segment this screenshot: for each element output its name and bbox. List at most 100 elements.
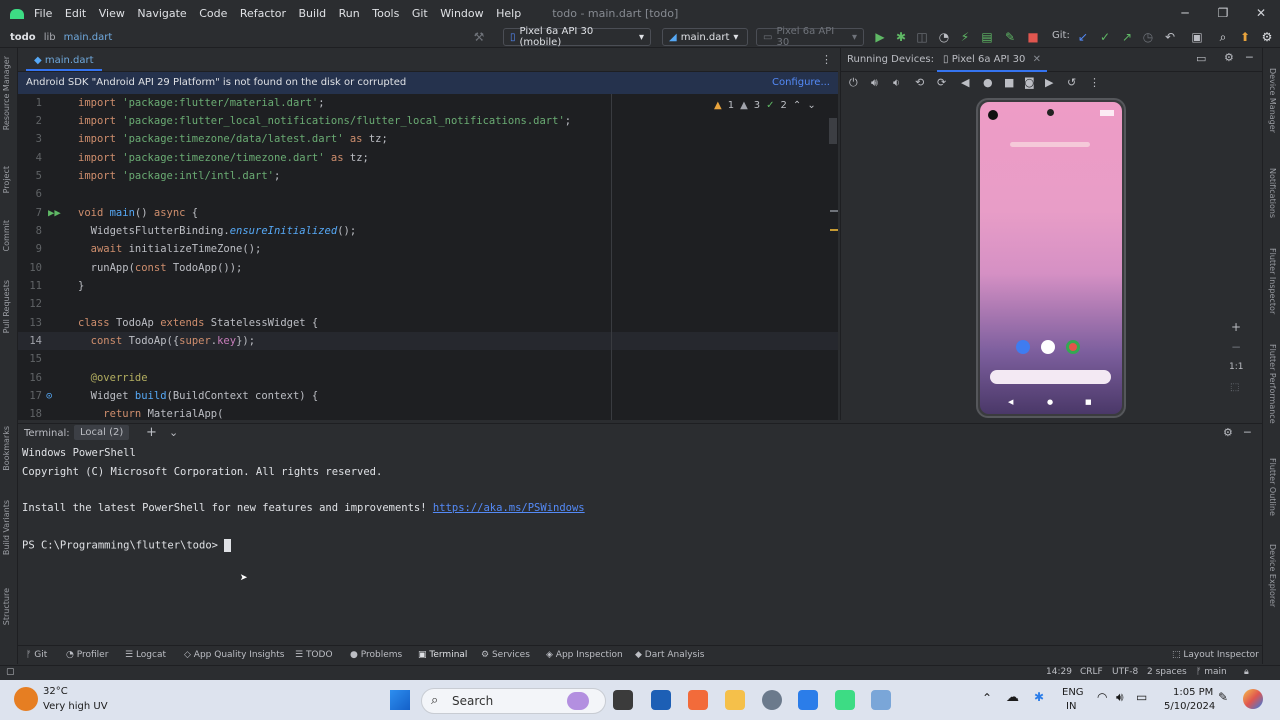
- store-app-icon[interactable]: [651, 690, 671, 710]
- terminal-output[interactable]: Windows PowerShell Copyright (C) Microso…: [18, 443, 1262, 645]
- hammer-icon[interactable]: ⚒: [472, 30, 486, 44]
- indent-setting[interactable]: 2 spaces: [1147, 667, 1187, 677]
- zoom-out-icon[interactable]: −: [1231, 340, 1241, 354]
- breadcrumb-project[interactable]: todo: [10, 32, 36, 43]
- clock-date[interactable]: 5/10/2024: [1164, 701, 1215, 712]
- show-hidden-icons-icon[interactable]: ⌃: [982, 691, 992, 705]
- chevron-down-icon[interactable]: ⌄: [169, 426, 178, 439]
- new-tab-icon[interactable]: +: [146, 425, 157, 440]
- run-gutter-icon[interactable]: ▶▶: [48, 204, 61, 222]
- attach-debugger-icon[interactable]: ✎: [1003, 30, 1017, 44]
- menu-tools[interactable]: Tools: [372, 7, 399, 20]
- powershell-link[interactable]: https://aka.ms/PSWindows: [433, 502, 585, 514]
- power-icon[interactable]: ⏻: [849, 76, 858, 90]
- tool-git[interactable]: ᚠ Git: [26, 650, 47, 660]
- tool-problems[interactable]: ● Problems: [350, 650, 402, 660]
- menu-window[interactable]: Window: [440, 7, 483, 20]
- breadcrumb-folder[interactable]: lib: [44, 32, 56, 43]
- lock-icon[interactable]: 🔒︎: [1244, 667, 1249, 677]
- tool-dart-analysis[interactable]: ◆ Dart Analysis: [635, 650, 704, 660]
- git-branch[interactable]: ᚠ main: [1196, 667, 1227, 677]
- device-explorer-tab[interactable]: Device Explorer: [1268, 544, 1277, 607]
- tool-logcat[interactable]: ☰ Logcat: [125, 650, 166, 660]
- status-panel-toggle-icon[interactable]: ▢: [6, 667, 15, 677]
- override-gutter-icon[interactable]: ⊙: [46, 387, 52, 405]
- git-update-icon[interactable]: ↙: [1076, 30, 1090, 44]
- date-widget[interactable]: [1010, 142, 1090, 147]
- commit-tab[interactable]: Commit: [2, 220, 11, 251]
- search-icon[interactable]: ⌕: [1216, 30, 1230, 44]
- bluetooth-icon[interactable]: ✱: [1034, 690, 1044, 704]
- build-variants-tab[interactable]: Build Variants: [2, 500, 11, 555]
- pull-requests-tab[interactable]: Pull Requests: [2, 280, 11, 333]
- flutter-outline-tab[interactable]: Flutter Outline: [1268, 458, 1277, 516]
- resource-manager-tab[interactable]: Resource Manager: [2, 56, 11, 130]
- tool-layout-inspector[interactable]: ⬚ Layout Inspector: [1172, 650, 1259, 660]
- cursor-position[interactable]: 14:29: [1046, 667, 1072, 677]
- volume-icon[interactable]: 🔊︎: [1116, 690, 1124, 705]
- menu-git[interactable]: Git: [412, 7, 428, 20]
- rotate-left-icon[interactable]: ⟲: [915, 76, 924, 89]
- back-icon[interactable]: ◀: [961, 76, 969, 89]
- notification-bell-icon[interactable]: ✎: [1218, 690, 1228, 704]
- onedrive-cloud-icon[interactable]: ☁: [1006, 690, 1019, 705]
- wifi-icon[interactable]: ◠: [1097, 690, 1107, 704]
- screenshot-icon[interactable]: ◙: [1024, 76, 1035, 89]
- run-config-selector[interactable]: ◢ main.dart ▾: [662, 28, 748, 46]
- menu-run[interactable]: Run: [339, 7, 360, 20]
- device-selector-2[interactable]: ▭ Pixel 6a API 30 ▾: [756, 26, 864, 48]
- android-studio-taskbar-icon[interactable]: [835, 690, 855, 710]
- flutter-performance-tab[interactable]: Flutter Performance: [1268, 344, 1277, 424]
- google-search-bar[interactable]: [990, 370, 1111, 384]
- menu-help[interactable]: Help: [496, 7, 521, 20]
- input-language[interactable]: ENG: [1062, 687, 1084, 698]
- line-separator[interactable]: CRLF: [1080, 667, 1103, 677]
- close-icon[interactable]: ✕: [1242, 0, 1280, 27]
- brave-browser-icon[interactable]: [688, 690, 708, 710]
- input-region[interactable]: IN: [1066, 701, 1076, 712]
- volume-down-icon[interactable]: 🔉︎: [893, 76, 900, 90]
- weather-icon[interactable]: [14, 687, 38, 711]
- zoom-in-icon[interactable]: +: [1231, 320, 1241, 334]
- settings-app-icon[interactable]: [762, 690, 782, 710]
- git-commit-icon[interactable]: ✓: [1098, 30, 1112, 44]
- battery-icon[interactable]: ▭: [1136, 690, 1147, 704]
- restore-icon[interactable]: ❐: [1204, 0, 1242, 27]
- file-encoding[interactable]: UTF-8: [1112, 667, 1138, 677]
- device-manager-icon[interactable]: ▣: [1190, 30, 1204, 44]
- tool-terminal[interactable]: ▣ Terminal: [418, 650, 467, 660]
- hot-reload-icon[interactable]: ⚡: [958, 30, 972, 44]
- tool-profiler[interactable]: ◔ Profiler: [66, 650, 108, 660]
- chevron-up-icon[interactable]: ⌃: [793, 100, 801, 111]
- tool-services[interactable]: ⚙ Services: [481, 650, 530, 660]
- maximize-icon[interactable]: ▭: [1196, 52, 1206, 65]
- device-manager-tab[interactable]: Device Manager: [1268, 68, 1277, 133]
- weather-temperature[interactable]: 32°C: [43, 686, 68, 697]
- overview-icon[interactable]: ■: [1004, 76, 1014, 89]
- file-explorer-icon[interactable]: [725, 690, 745, 710]
- nav-recents-icon[interactable]: ■: [1085, 398, 1092, 406]
- rotate-right-icon[interactable]: ⟳: [937, 76, 946, 89]
- windows-start-icon[interactable]: [390, 690, 410, 710]
- clock-time[interactable]: 1:05 PM: [1173, 687, 1213, 698]
- chrome-app-icon[interactable]: [1066, 340, 1080, 354]
- home-icon[interactable]: ●: [983, 76, 993, 89]
- project-tab[interactable]: Project: [2, 166, 11, 193]
- stop-icon[interactable]: ■: [1026, 30, 1040, 44]
- run-with-coverage-icon[interactable]: ◫: [915, 30, 929, 44]
- profiler-icon[interactable]: ◔: [937, 30, 951, 44]
- device-screen[interactable]: ◀ ● ■: [980, 102, 1122, 414]
- updates-icon[interactable]: ⬆: [1238, 30, 1252, 44]
- terminal-session-tab[interactable]: Local (2): [74, 425, 130, 440]
- screen-record-icon[interactable]: ▶: [1045, 76, 1053, 89]
- tool-app-inspection[interactable]: ◈ App Inspection: [546, 650, 623, 660]
- weather-description[interactable]: Very high UV: [43, 701, 108, 712]
- menu-code[interactable]: Code: [199, 7, 227, 20]
- more-options-icon[interactable]: ⋮: [1089, 76, 1100, 89]
- reset-icon[interactable]: ↺: [1067, 76, 1076, 89]
- notifications-tab[interactable]: Notifications: [1268, 168, 1277, 218]
- volume-up-icon[interactable]: 🔊︎: [871, 76, 878, 90]
- tool-todo[interactable]: ☰ TODO: [295, 650, 333, 660]
- editor-scrollbar[interactable]: [829, 118, 837, 144]
- menu-view[interactable]: View: [99, 7, 125, 20]
